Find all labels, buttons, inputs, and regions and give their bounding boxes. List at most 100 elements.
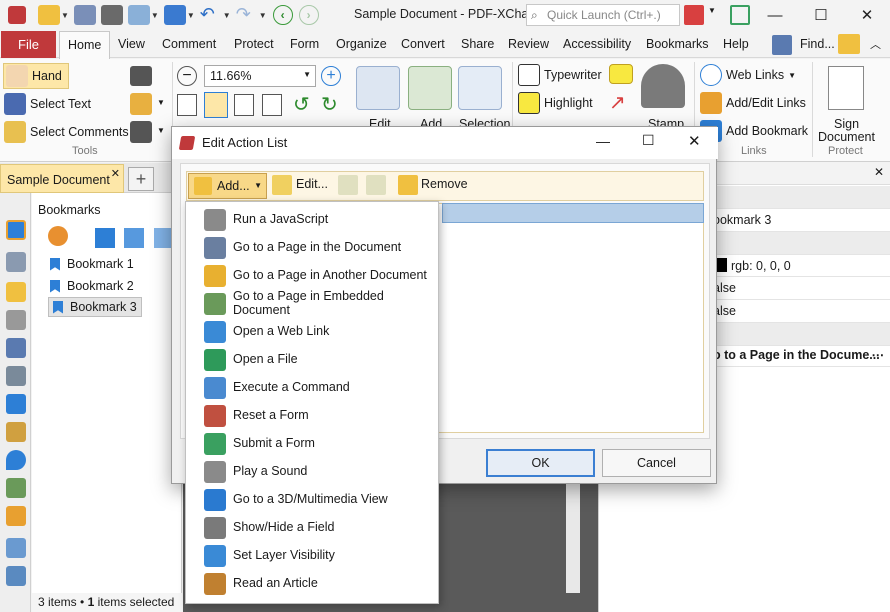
action-list-selected-row[interactable] bbox=[442, 203, 704, 223]
tab-form[interactable]: Form bbox=[290, 37, 319, 51]
select-comments-button[interactable]: Select Comments bbox=[4, 121, 129, 143]
rotate-left-icon[interactable]: ↺ bbox=[293, 95, 310, 115]
remove-action-icon[interactable] bbox=[398, 175, 418, 195]
selection-icon[interactable] bbox=[458, 66, 502, 110]
tab-convert[interactable]: Convert bbox=[401, 37, 445, 51]
find-icon[interactable] bbox=[772, 35, 792, 55]
menu-item[interactable]: Open a File bbox=[186, 345, 438, 373]
tab-bookmarks[interactable]: Bookmarks bbox=[646, 37, 709, 51]
menu-item[interactable]: Go to a Page in Another Document bbox=[186, 261, 438, 289]
tab-comment[interactable]: Comment bbox=[162, 37, 216, 51]
print-icon[interactable] bbox=[100, 5, 123, 25]
arrow-icon[interactable]: ↗ bbox=[609, 92, 626, 114]
hand-tool-button[interactable]: Hand bbox=[3, 63, 69, 89]
menu-item[interactable]: Execute a Command bbox=[186, 373, 438, 401]
move-down-icon[interactable] bbox=[366, 175, 386, 195]
undo-icon[interactable]: ↶ bbox=[200, 5, 222, 25]
add-icon[interactable] bbox=[408, 66, 452, 110]
content-panel-icon[interactable] bbox=[6, 338, 26, 358]
quick-launch-search[interactable]: ⌕ Quick Launch (Ctrl+.) bbox=[526, 4, 680, 26]
menu-item[interactable]: Show/Hide a Field bbox=[186, 513, 438, 541]
tags-panel-icon[interactable] bbox=[6, 422, 26, 442]
menu-item[interactable]: Go to a 3D/Multimedia View bbox=[186, 485, 438, 513]
edit-action-icon[interactable] bbox=[272, 175, 292, 195]
nav-back-icon[interactable]: ‹ bbox=[272, 5, 293, 25]
bookmark-item[interactable]: Bookmark 1 bbox=[50, 254, 134, 274]
new-child-bookmark-icon[interactable] bbox=[124, 228, 144, 248]
remove-action-button[interactable]: Remove bbox=[421, 177, 468, 191]
new-bookmark-icon[interactable] bbox=[95, 228, 115, 248]
nav-forward-icon[interactable]: › bbox=[298, 5, 319, 25]
find-binoculars-icon[interactable] bbox=[130, 121, 152, 143]
edit-icon[interactable] bbox=[356, 66, 400, 110]
bookmark-options-icon[interactable] bbox=[48, 226, 68, 246]
typewriter-button[interactable]: Typewriter bbox=[518, 64, 602, 86]
certificate-icon[interactable] bbox=[828, 66, 864, 110]
close-button[interactable]: ✕ bbox=[844, 0, 890, 30]
zoom-out-icon[interactable]: − bbox=[177, 66, 197, 86]
close-icon[interactable]: ✕ bbox=[874, 165, 884, 179]
chevron-down-icon[interactable]: ▼ bbox=[151, 11, 159, 20]
redo-icon[interactable]: ↷ bbox=[236, 5, 258, 25]
edit-action-button[interactable]: Edit... bbox=[296, 177, 328, 191]
menu-item[interactable]: Run a JavaScript bbox=[186, 205, 438, 233]
chevron-down-icon[interactable]: ▼ bbox=[187, 11, 195, 20]
fullscreen-icon[interactable] bbox=[730, 5, 750, 25]
bookmark-item-selected[interactable]: Bookmark 3 bbox=[48, 297, 142, 317]
cancel-button[interactable]: Cancel bbox=[602, 449, 711, 477]
move-up-icon[interactable] bbox=[338, 175, 358, 195]
tab-help[interactable]: Help bbox=[723, 37, 749, 51]
actual-size-icon[interactable] bbox=[177, 94, 197, 116]
fit-page-icon[interactable] bbox=[204, 92, 228, 118]
file-tab[interactable]: File bbox=[1, 31, 56, 58]
color-options-icon[interactable] bbox=[684, 5, 704, 25]
tab-organize[interactable]: Organize bbox=[336, 37, 387, 51]
collapse-ribbon-icon[interactable]: ︿ bbox=[870, 36, 881, 52]
menu-item[interactable]: Go to a Page in Embedded Document bbox=[186, 289, 438, 317]
menu-item[interactable]: Read an Article bbox=[186, 569, 438, 597]
find-button[interactable]: Find... bbox=[800, 37, 835, 51]
dialog-minimize-button[interactable]: — bbox=[596, 133, 610, 149]
more-options-icon[interactable]: ⋯ bbox=[872, 347, 885, 362]
signatures-panel-icon[interactable] bbox=[6, 366, 26, 386]
tab-view[interactable]: View bbox=[118, 37, 145, 51]
stamp-icon[interactable] bbox=[641, 64, 685, 108]
menu-item[interactable]: Reset a Form bbox=[186, 401, 438, 429]
new-tab-button[interactable]: + bbox=[128, 167, 154, 191]
ok-button[interactable]: OK bbox=[486, 449, 595, 477]
comments-panel-icon[interactable] bbox=[6, 282, 26, 302]
chevron-down-icon[interactable]: ▼ bbox=[157, 98, 165, 107]
tab-sample-document[interactable]: Sample Document ✕ bbox=[0, 164, 124, 193]
sign-label-1[interactable]: Sign bbox=[834, 117, 859, 131]
tab-protect[interactable]: Protect bbox=[234, 37, 274, 51]
clipboard-icon[interactable] bbox=[130, 93, 152, 115]
open-folder-icon[interactable] bbox=[38, 5, 60, 25]
tab-home[interactable]: Home bbox=[59, 31, 111, 59]
bookmark-item[interactable]: Bookmark 2 bbox=[50, 276, 134, 296]
structure-panel-icon[interactable] bbox=[6, 478, 26, 498]
highlight-button[interactable]: Highlight bbox=[518, 92, 593, 114]
menu-item[interactable]: Play a Sound bbox=[186, 457, 438, 485]
pages-panel-icon[interactable] bbox=[6, 252, 26, 272]
fit-visible-icon[interactable] bbox=[262, 94, 282, 116]
web-links-button[interactable]: Web Links ▼ bbox=[700, 64, 796, 86]
fit-width-icon[interactable] bbox=[234, 94, 254, 116]
chevron-down-icon[interactable]: ▼ bbox=[788, 71, 796, 80]
zoom-in-icon[interactable]: + bbox=[321, 66, 341, 86]
folder-search-icon[interactable] bbox=[838, 34, 860, 54]
tab-review[interactable]: Review bbox=[508, 37, 549, 51]
save-icon[interactable] bbox=[73, 5, 96, 25]
dialog-close-button[interactable]: ✕ bbox=[688, 132, 701, 150]
scan-icon[interactable] bbox=[163, 5, 186, 25]
attachments-panel-icon[interactable] bbox=[6, 310, 26, 330]
tab-accessibility[interactable]: Accessibility bbox=[563, 37, 631, 51]
menu-item[interactable]: Go to a Page in the Document bbox=[186, 233, 438, 261]
menu-item[interactable]: Set Layer Visibility bbox=[186, 541, 438, 569]
select-text-button[interactable]: Select Text bbox=[4, 93, 91, 115]
minimize-button[interactable]: — bbox=[752, 0, 798, 30]
destinations-panel-icon[interactable] bbox=[6, 450, 26, 470]
snapshot-icon[interactable] bbox=[130, 66, 152, 86]
menu-item[interactable]: Open a Web Link bbox=[186, 317, 438, 345]
close-icon[interactable]: ✕ bbox=[111, 167, 120, 180]
chevron-down-icon[interactable]: ▼ bbox=[61, 11, 69, 20]
